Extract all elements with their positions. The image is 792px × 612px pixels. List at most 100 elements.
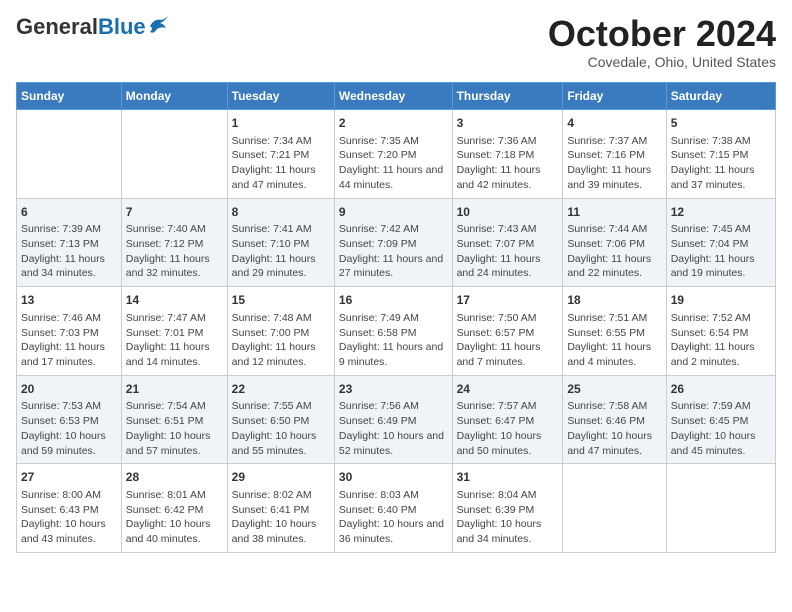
cell-content: Sunrise: 7:42 AMSunset: 7:09 PMDaylight:… [339, 222, 448, 281]
cell-content: Sunrise: 7:39 AMSunset: 7:13 PMDaylight:… [21, 222, 117, 281]
cell-content: Sunrise: 7:59 AMSunset: 6:45 PMDaylight:… [671, 399, 771, 458]
cell-w3-d1: 14 Sunrise: 7:47 AMSunset: 7:01 PMDaylig… [121, 287, 227, 376]
cell-w5-d1: 28 Sunrise: 8:01 AMSunset: 6:42 PMDaylig… [121, 464, 227, 553]
day-number: 14 [126, 292, 223, 309]
cell-content: Sunrise: 8:01 AMSunset: 6:42 PMDaylight:… [126, 488, 223, 547]
cell-w4-d5: 25 Sunrise: 7:58 AMSunset: 6:46 PMDaylig… [563, 375, 666, 464]
calendar-header: Sunday Monday Tuesday Wednesday Thursday… [17, 83, 776, 110]
day-number: 9 [339, 204, 448, 221]
cell-w2-d0: 6 Sunrise: 7:39 AMSunset: 7:13 PMDayligh… [17, 198, 122, 287]
cell-content: Sunrise: 7:38 AMSunset: 7:15 PMDaylight:… [671, 134, 771, 193]
logo-general: General [16, 14, 98, 39]
cell-content: Sunrise: 7:45 AMSunset: 7:04 PMDaylight:… [671, 222, 771, 281]
day-number: 16 [339, 292, 448, 309]
cell-w5-d0: 27 Sunrise: 8:00 AMSunset: 6:43 PMDaylig… [17, 464, 122, 553]
cell-w1-d0 [17, 110, 122, 199]
day-number: 28 [126, 469, 223, 486]
day-number: 11 [567, 204, 661, 221]
calendar-table: Sunday Monday Tuesday Wednesday Thursday… [16, 82, 776, 553]
th-thursday: Thursday [452, 83, 563, 110]
cell-w3-d0: 13 Sunrise: 7:46 AMSunset: 7:03 PMDaylig… [17, 287, 122, 376]
th-friday: Friday [563, 83, 666, 110]
cell-w4-d0: 20 Sunrise: 7:53 AMSunset: 6:53 PMDaylig… [17, 375, 122, 464]
cell-w3-d5: 18 Sunrise: 7:51 AMSunset: 6:55 PMDaylig… [563, 287, 666, 376]
day-number: 18 [567, 292, 661, 309]
logo: GeneralBlue [16, 16, 170, 38]
cell-content: Sunrise: 7:54 AMSunset: 6:51 PMDaylight:… [126, 399, 223, 458]
th-wednesday: Wednesday [334, 83, 452, 110]
cell-w4-d3: 23 Sunrise: 7:56 AMSunset: 6:49 PMDaylig… [334, 375, 452, 464]
header-row: Sunday Monday Tuesday Wednesday Thursday… [17, 83, 776, 110]
cell-w3-d3: 16 Sunrise: 7:49 AMSunset: 6:58 PMDaylig… [334, 287, 452, 376]
cell-w5-d4: 31 Sunrise: 8:04 AMSunset: 6:39 PMDaylig… [452, 464, 563, 553]
cell-w1-d1 [121, 110, 227, 199]
cell-content: Sunrise: 7:34 AMSunset: 7:21 PMDaylight:… [232, 134, 330, 193]
day-number: 19 [671, 292, 771, 309]
cell-content: Sunrise: 7:37 AMSunset: 7:16 PMDaylight:… [567, 134, 661, 193]
cell-content: Sunrise: 7:44 AMSunset: 7:06 PMDaylight:… [567, 222, 661, 281]
cell-w1-d2: 1 Sunrise: 7:34 AMSunset: 7:21 PMDayligh… [227, 110, 334, 199]
th-saturday: Saturday [666, 83, 775, 110]
cell-content: Sunrise: 7:55 AMSunset: 6:50 PMDaylight:… [232, 399, 330, 458]
week-row-5: 27 Sunrise: 8:00 AMSunset: 6:43 PMDaylig… [17, 464, 776, 553]
day-number: 5 [671, 115, 771, 132]
day-number: 29 [232, 469, 330, 486]
cell-content: Sunrise: 7:50 AMSunset: 6:57 PMDaylight:… [457, 311, 559, 370]
day-number: 1 [232, 115, 330, 132]
day-number: 23 [339, 381, 448, 398]
week-row-4: 20 Sunrise: 7:53 AMSunset: 6:53 PMDaylig… [17, 375, 776, 464]
cell-content: Sunrise: 7:58 AMSunset: 6:46 PMDaylight:… [567, 399, 661, 458]
day-number: 8 [232, 204, 330, 221]
cell-w5-d3: 30 Sunrise: 8:03 AMSunset: 6:40 PMDaylig… [334, 464, 452, 553]
bird-icon [148, 16, 170, 34]
day-number: 3 [457, 115, 559, 132]
cell-content: Sunrise: 7:52 AMSunset: 6:54 PMDaylight:… [671, 311, 771, 370]
day-number: 25 [567, 381, 661, 398]
cell-w3-d4: 17 Sunrise: 7:50 AMSunset: 6:57 PMDaylig… [452, 287, 563, 376]
day-number: 26 [671, 381, 771, 398]
cell-w5-d5 [563, 464, 666, 553]
day-number: 31 [457, 469, 559, 486]
cell-content: Sunrise: 8:00 AMSunset: 6:43 PMDaylight:… [21, 488, 117, 547]
location: Covedale, Ohio, United States [548, 54, 776, 70]
cell-w1-d4: 3 Sunrise: 7:36 AMSunset: 7:18 PMDayligh… [452, 110, 563, 199]
cell-w4-d6: 26 Sunrise: 7:59 AMSunset: 6:45 PMDaylig… [666, 375, 775, 464]
cell-w1-d3: 2 Sunrise: 7:35 AMSunset: 7:20 PMDayligh… [334, 110, 452, 199]
cell-content: Sunrise: 7:49 AMSunset: 6:58 PMDaylight:… [339, 311, 448, 370]
th-tuesday: Tuesday [227, 83, 334, 110]
day-number: 24 [457, 381, 559, 398]
cell-content: Sunrise: 7:56 AMSunset: 6:49 PMDaylight:… [339, 399, 448, 458]
week-row-1: 1 Sunrise: 7:34 AMSunset: 7:21 PMDayligh… [17, 110, 776, 199]
cell-content: Sunrise: 7:40 AMSunset: 7:12 PMDaylight:… [126, 222, 223, 281]
cell-content: Sunrise: 7:47 AMSunset: 7:01 PMDaylight:… [126, 311, 223, 370]
cell-content: Sunrise: 8:04 AMSunset: 6:39 PMDaylight:… [457, 488, 559, 547]
month-title: October 2024 [548, 16, 776, 52]
day-number: 30 [339, 469, 448, 486]
cell-w4-d4: 24 Sunrise: 7:57 AMSunset: 6:47 PMDaylig… [452, 375, 563, 464]
cell-content: Sunrise: 7:57 AMSunset: 6:47 PMDaylight:… [457, 399, 559, 458]
logo-blue: Blue [98, 14, 146, 39]
cell-content: Sunrise: 7:53 AMSunset: 6:53 PMDaylight:… [21, 399, 117, 458]
cell-w2-d3: 9 Sunrise: 7:42 AMSunset: 7:09 PMDayligh… [334, 198, 452, 287]
cell-w2-d4: 10 Sunrise: 7:43 AMSunset: 7:07 PMDaylig… [452, 198, 563, 287]
calendar-body: 1 Sunrise: 7:34 AMSunset: 7:21 PMDayligh… [17, 110, 776, 553]
day-number: 17 [457, 292, 559, 309]
day-number: 20 [21, 381, 117, 398]
cell-content: Sunrise: 7:48 AMSunset: 7:00 PMDaylight:… [232, 311, 330, 370]
cell-w3-d6: 19 Sunrise: 7:52 AMSunset: 6:54 PMDaylig… [666, 287, 775, 376]
page-header: GeneralBlue October 2024 Covedale, Ohio,… [16, 16, 776, 70]
cell-w1-d6: 5 Sunrise: 7:38 AMSunset: 7:15 PMDayligh… [666, 110, 775, 199]
day-number: 12 [671, 204, 771, 221]
week-row-3: 13 Sunrise: 7:46 AMSunset: 7:03 PMDaylig… [17, 287, 776, 376]
cell-w5-d2: 29 Sunrise: 8:02 AMSunset: 6:41 PMDaylig… [227, 464, 334, 553]
day-number: 13 [21, 292, 117, 309]
week-row-2: 6 Sunrise: 7:39 AMSunset: 7:13 PMDayligh… [17, 198, 776, 287]
cell-w1-d5: 4 Sunrise: 7:37 AMSunset: 7:16 PMDayligh… [563, 110, 666, 199]
day-number: 22 [232, 381, 330, 398]
day-number: 21 [126, 381, 223, 398]
cell-w5-d6 [666, 464, 775, 553]
cell-content: Sunrise: 8:03 AMSunset: 6:40 PMDaylight:… [339, 488, 448, 547]
cell-content: Sunrise: 7:51 AMSunset: 6:55 PMDaylight:… [567, 311, 661, 370]
cell-content: Sunrise: 7:43 AMSunset: 7:07 PMDaylight:… [457, 222, 559, 281]
cell-w4-d1: 21 Sunrise: 7:54 AMSunset: 6:51 PMDaylig… [121, 375, 227, 464]
